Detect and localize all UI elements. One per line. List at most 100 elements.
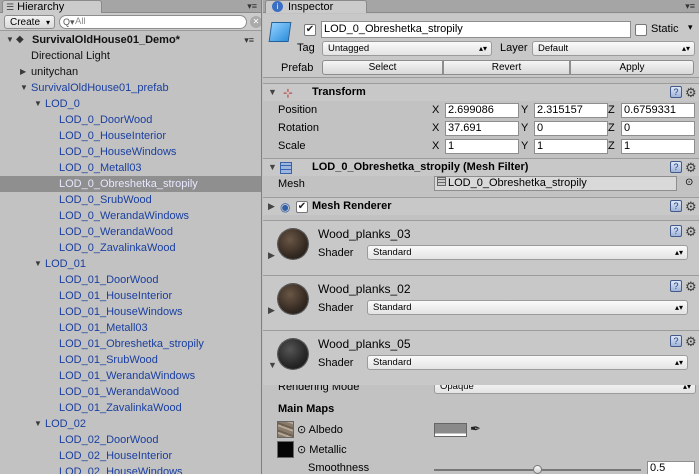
panel-menu-icon[interactable]: ▾≡: [247, 1, 257, 12]
hierarchy-row[interactable]: ▼ LOD_02: [0, 416, 261, 432]
scale-z-axis-label[interactable]: Z: [608, 140, 615, 152]
hierarchy-row[interactable]: LOD_0_DoorWood: [0, 112, 261, 128]
help-icon[interactable]: ?: [670, 335, 682, 347]
rotation-x-axis-label[interactable]: X: [432, 122, 439, 134]
position-y-axis-label[interactable]: Y: [521, 104, 528, 116]
panel-menu-icon[interactable]: ▾≡: [685, 1, 695, 12]
gear-icon[interactable]: ⚙: [685, 161, 697, 174]
smoothness-value-field[interactable]: 0.5: [647, 461, 695, 474]
hierarchy-row[interactable]: LOD_0_WerandaWindows: [0, 208, 261, 224]
foldout-closed-icon[interactable]: ▶: [20, 64, 30, 80]
scale-x-axis-label[interactable]: X: [432, 140, 439, 152]
gear-icon[interactable]: ⚙: [685, 225, 697, 238]
hierarchy-row[interactable]: LOD_0_Obreshetka_stropily: [0, 176, 261, 192]
help-icon[interactable]: ?: [670, 86, 682, 98]
hierarchy-row[interactable]: LOD_01_WerandaWindows: [0, 368, 261, 384]
texture-picker-icon[interactable]: ⊙: [297, 444, 306, 456]
scale-x-field[interactable]: 1: [445, 139, 519, 154]
hierarchy-row[interactable]: LOD_01_Obreshetka_stropily: [0, 336, 261, 352]
hierarchy-row[interactable]: ▶ unitychan: [0, 64, 261, 80]
hierarchy-row[interactable]: LOD_02_HouseWindows: [0, 464, 261, 474]
foldout-open-icon[interactable]: ▼: [34, 416, 44, 432]
hierarchy-row[interactable]: LOD_01_HouseInterior: [0, 288, 261, 304]
rotation-y-field[interactable]: 0: [534, 121, 608, 136]
prefab-select-button[interactable]: Select: [322, 60, 443, 75]
hierarchy-row[interactable]: LOD_0_HouseWindows: [0, 144, 261, 160]
eyedropper-icon[interactable]: ✒: [470, 421, 481, 437]
material-preview-sphere[interactable]: [278, 284, 308, 314]
foldout-open-icon[interactable]: ▼: [20, 80, 30, 96]
position-y-field[interactable]: 2.315157: [534, 103, 608, 118]
active-checkbox[interactable]: ✔: [304, 24, 316, 36]
scale-y-axis-label[interactable]: Y: [521, 140, 528, 152]
foldout-closed-icon[interactable]: ▶: [268, 250, 275, 261]
hierarchy-row[interactable]: LOD_0_HouseInterior: [0, 128, 261, 144]
scene-menu-icon[interactable]: ▾≡: [244, 32, 254, 48]
foldout-open-icon[interactable]: ▼: [6, 32, 16, 48]
position-x-axis-label[interactable]: X: [432, 104, 439, 116]
metallic-texture-thumbnail[interactable]: [277, 441, 294, 458]
smoothness-slider-knob[interactable]: [532, 465, 542, 474]
help-icon[interactable]: ?: [670, 200, 682, 212]
hierarchy-row[interactable]: LOD_0_ZavalinkaWood: [0, 240, 261, 256]
hierarchy-row[interactable]: Directional Light: [0, 48, 261, 64]
object-picker-icon[interactable]: ⊙: [685, 177, 693, 188]
hierarchy-row[interactable]: LOD_01_HouseWindows: [0, 304, 261, 320]
albedo-color-swatch[interactable]: [434, 423, 467, 437]
position-z-field[interactable]: 0.6759331: [621, 103, 695, 118]
shader-dropdown[interactable]: Standard ▴▾: [367, 355, 688, 370]
gear-icon[interactable]: ⚙: [685, 335, 697, 348]
albedo-texture-thumbnail[interactable]: [277, 421, 294, 438]
mesh-renderer-enabled-checkbox[interactable]: ✔: [296, 201, 308, 213]
hierarchy-row[interactable]: ▼ LOD_01: [0, 256, 261, 272]
hierarchy-row[interactable]: LOD_0_Metall03: [0, 160, 261, 176]
hierarchy-row[interactable]: LOD_0_WerandaWood: [0, 224, 261, 240]
scale-z-field[interactable]: 1: [621, 139, 695, 154]
position-x-field[interactable]: 2.699086: [445, 103, 519, 118]
clear-search-icon[interactable]: ✕: [250, 16, 261, 28]
hierarchy-row[interactable]: LOD_01_ZavalinkaWood: [0, 400, 261, 416]
shader-dropdown[interactable]: Standard ▴▾: [367, 300, 688, 315]
hierarchy-row[interactable]: LOD_01_SrubWood: [0, 352, 261, 368]
hierarchy-row[interactable]: ▼ SurvivalOldHouse01_prefab: [0, 80, 261, 96]
foldout-open-icon[interactable]: ▼: [268, 360, 277, 370]
gear-icon[interactable]: ⚙: [685, 280, 697, 293]
layer-dropdown[interactable]: Default ▴▾: [532, 41, 695, 56]
tag-dropdown[interactable]: Untagged ▴▾: [322, 41, 492, 56]
search-input[interactable]: Q▾ All ✕: [59, 15, 261, 29]
prefab-revert-button[interactable]: Revert: [443, 60, 570, 75]
mesh-object-field[interactable]: LOD_0_Obreshetka_stropily: [434, 176, 677, 191]
hierarchy-row[interactable]: LOD_01_DoorWood: [0, 272, 261, 288]
foldout-open-icon[interactable]: ▼: [34, 256, 44, 272]
hierarchy-row[interactable]: LOD_02_HouseInterior: [0, 448, 261, 464]
shader-dropdown[interactable]: Standard ▴▾: [367, 245, 688, 260]
static-checkbox[interactable]: [635, 24, 647, 36]
foldout-closed-icon[interactable]: ▶: [268, 201, 275, 212]
transform-header[interactable]: ▼ ⊹ Transform ? ⚙: [263, 83, 699, 101]
scale-y-field[interactable]: 1: [534, 139, 608, 154]
prefab-apply-button[interactable]: Apply: [570, 60, 694, 75]
help-icon[interactable]: ?: [670, 161, 682, 173]
hierarchy-tab[interactable]: ☰ Hierarchy: [2, 0, 102, 13]
hierarchy-row[interactable]: LOD_0_SrubWood: [0, 192, 261, 208]
hierarchy-row[interactable]: LOD_01_WerandaWood: [0, 384, 261, 400]
hierarchy-row[interactable]: LOD_02_DoorWood: [0, 432, 261, 448]
help-icon[interactable]: ?: [670, 225, 682, 237]
rotation-z-field[interactable]: 0: [621, 121, 695, 136]
material-preview-sphere[interactable]: [278, 339, 308, 369]
help-icon[interactable]: ?: [670, 280, 682, 292]
create-button[interactable]: Create: [4, 15, 56, 29]
rotation-y-axis-label[interactable]: Y: [521, 122, 528, 134]
hierarchy-row[interactable]: ▼ LOD_0: [0, 96, 261, 112]
texture-picker-icon[interactable]: ⊙: [297, 424, 306, 436]
scene-row[interactable]: ▼ ◆ ▾≡ SurvivalOldHouse01_Demo*: [0, 32, 261, 48]
object-name-field[interactable]: LOD_0_Obreshetka_stropily: [321, 21, 631, 38]
foldout-open-icon[interactable]: ▼: [268, 162, 277, 172]
mesh-renderer-header[interactable]: ▶ ◉ ✔ Mesh Renderer ? ⚙: [263, 197, 699, 215]
gear-icon[interactable]: ⚙: [685, 200, 697, 213]
mesh-filter-header[interactable]: ▼ LOD_0_Obreshetka_stropily (Mesh Filter…: [263, 158, 699, 176]
material-preview-sphere[interactable]: [278, 229, 308, 259]
rotation-x-field[interactable]: 37.691: [445, 121, 519, 136]
gear-icon[interactable]: ⚙: [685, 86, 697, 99]
inspector-tab[interactable]: i Inspector: [265, 0, 367, 13]
